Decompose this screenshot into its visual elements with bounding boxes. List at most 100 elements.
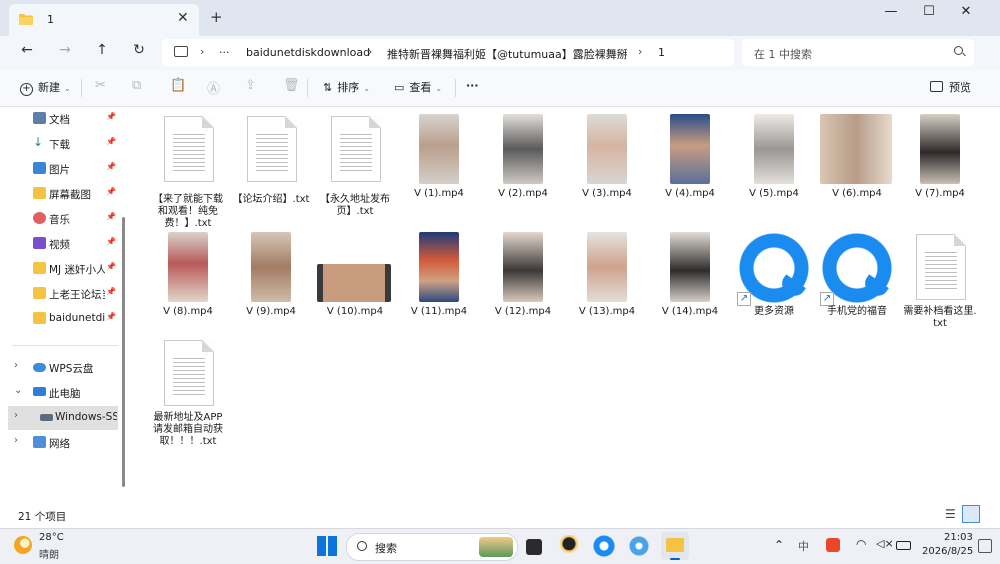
preview-button[interactable]: 预览	[930, 79, 971, 95]
more-options-button[interactable]: ···	[466, 79, 479, 92]
file-item[interactable]: V (1).mp4	[396, 114, 482, 214]
sidebar-item-wps-cloud[interactable]: › WPS云盘	[0, 356, 120, 380]
pin-icon[interactable]: 📌	[106, 262, 116, 271]
sidebar-item-network[interactable]: › 网络	[0, 431, 120, 455]
windows-start-icon[interactable]	[317, 536, 337, 556]
address-bar[interactable]: › ··· baidunetdiskdownload › 推特新晋裸舞福利姬【@…	[162, 39, 734, 66]
pin-icon[interactable]: 📌	[106, 137, 116, 146]
tab-current[interactable]: 1 ✕	[9, 4, 199, 36]
file-item[interactable]: 最新地址及APP 请发邮箱自动获 取！！！.txt	[145, 340, 231, 452]
taskbar-search-input[interactable]: 搜索	[375, 540, 397, 556]
pin-icon[interactable]: 📌	[106, 212, 116, 221]
sidebar-item-folder-laowang[interactable]: 上老王论坛当 📌	[0, 282, 120, 306]
pin-icon[interactable]: 📌	[106, 112, 116, 121]
breadcrumb-baidunetdiskdownload[interactable]: baidunetdiskdownload	[246, 46, 370, 59]
shortcut-item[interactable]: ↗ 更多资源	[731, 226, 817, 332]
weather-icon[interactable]	[14, 536, 32, 554]
sidebar-item-downloads[interactable]: ↓ 下载 📌	[0, 132, 120, 156]
paste-icon[interactable]: 📋	[170, 78, 186, 93]
file-item[interactable]: 【来了就能下载 和观看！纯免 费！】.txt	[145, 116, 231, 229]
new-button[interactable]: + 新建 ⌄	[20, 79, 71, 96]
qq-icon[interactable]	[558, 535, 580, 557]
chevron-right-icon[interactable]: ›	[638, 45, 642, 58]
sidebar-item-documents[interactable]: 文档 📌	[0, 107, 120, 131]
breadcrumb-ellipsis[interactable]: ···	[219, 46, 230, 59]
sidebar-item-folder-mj[interactable]: MJ 迷奸小人到 📌	[0, 257, 120, 281]
file-item[interactable]: V (11).mp4	[396, 232, 482, 332]
chevron-right-icon[interactable]: ›	[14, 435, 18, 446]
tab-close-icon[interactable]: ✕	[177, 10, 189, 26]
pin-icon[interactable]: 📌	[106, 287, 116, 296]
sogou-icon[interactable]	[826, 538, 840, 552]
file-item[interactable]: V (9).mp4	[228, 232, 314, 332]
pin-icon[interactable]: 📌	[106, 187, 116, 196]
qq-browser-taskbar-icon[interactable]	[593, 535, 615, 557]
file-explorer-taskbar-button[interactable]	[661, 532, 689, 560]
sidebar-item-windows-ssd[interactable]: › Windows-SSD	[8, 406, 118, 430]
file-item[interactable]: V (12).mp4	[480, 232, 566, 332]
sidebar-item-screenshots[interactable]: 屏幕截图 📌	[0, 182, 120, 206]
search-input[interactable]: 在 1 中搜索	[754, 46, 812, 62]
file-item[interactable]: V (3).mp4	[564, 114, 650, 214]
file-item[interactable]: V (6).mp4	[814, 114, 900, 214]
copy-icon[interactable]: ⧉	[132, 78, 141, 93]
file-item[interactable]: V (7).mp4	[897, 114, 983, 214]
shortcut-item[interactable]: ↗ 手机党的福音	[814, 226, 900, 332]
notification-icon[interactable]	[978, 539, 992, 553]
file-item[interactable]: V (2).mp4	[480, 114, 566, 214]
task-view-icon[interactable]	[526, 539, 542, 555]
file-item[interactable]: 需要补档看这里. txt	[897, 234, 983, 334]
sort-button[interactable]: ⇅ 排序 ⌄	[323, 79, 370, 95]
pin-icon[interactable]: 📌	[106, 312, 116, 321]
chevron-right-icon[interactable]: ›	[14, 360, 18, 371]
sidebar-item-this-pc[interactable]: ⌄ 此电脑	[0, 381, 120, 405]
chevron-down-icon[interactable]: ⌄	[14, 385, 22, 396]
file-item[interactable]: V (10).mp4	[312, 232, 398, 332]
delete-icon[interactable]: 🗑	[283, 78, 300, 93]
maximize-button[interactable]: ☐	[914, 4, 944, 22]
battery-icon[interactable]	[896, 541, 911, 550]
taskbar-search[interactable]: 搜索	[346, 533, 518, 561]
file-item[interactable]: V (14).mp4	[647, 232, 733, 332]
sidebar-scrollbar[interactable]	[122, 217, 125, 487]
wifi-icon[interactable]: ◠	[856, 537, 866, 551]
sidebar-item-music[interactable]: 音乐 📌	[0, 207, 120, 231]
sidebar-item-baidunetdisk[interactable]: baidunetdisk 📌	[0, 307, 120, 331]
file-item[interactable]: V (4).mp4	[647, 114, 733, 214]
weather-desc[interactable]: 晴朗	[39, 546, 59, 561]
clock-date[interactable]: 2026/8/25	[922, 546, 973, 557]
refresh-icon[interactable]: ↻	[128, 42, 150, 62]
minimize-button[interactable]: —	[876, 4, 906, 22]
chevron-right-icon[interactable]: ›	[200, 45, 204, 58]
breadcrumb-folder[interactable]: 推特新晋裸舞福利姬【@tutumuaa】露脸裸舞掰B	[387, 46, 627, 62]
forward-arrow-icon[interactable]: →	[54, 42, 76, 62]
back-arrow-icon[interactable]: ←	[16, 42, 38, 62]
weather-temp[interactable]: 28°C	[39, 532, 64, 543]
cut-icon[interactable]: ✂	[95, 78, 106, 93]
up-arrow-icon[interactable]: ↑	[91, 42, 113, 62]
rename-icon[interactable]: Ⓐ	[207, 78, 220, 97]
volume-icon[interactable]: ◁×	[876, 537, 894, 550]
chevron-right-icon[interactable]: ›	[368, 45, 372, 58]
pin-icon[interactable]: 📌	[106, 237, 116, 246]
breadcrumb-current[interactable]: 1	[658, 46, 665, 59]
file-item[interactable]: 【论坛介绍】.txt	[228, 116, 314, 226]
sidebar-item-videos[interactable]: 视频 📌	[0, 232, 120, 256]
view-button[interactable]: ▭ 查看 ⌄	[394, 79, 442, 95]
ime-indicator[interactable]: 中	[798, 538, 809, 554]
file-item[interactable]: V (13).mp4	[564, 232, 650, 332]
chevron-right-icon[interactable]: ›	[14, 410, 18, 421]
file-item[interactable]: 【永久地址发布 页】.txt	[312, 116, 398, 226]
search-box[interactable]: 在 1 中搜索	[742, 39, 974, 66]
clock-time[interactable]: 21:03	[944, 532, 973, 543]
large-icons-view-icon[interactable]	[962, 505, 980, 523]
new-tab-button[interactable]: +	[210, 8, 223, 26]
share-icon[interactable]: ⇪	[245, 78, 256, 93]
file-item[interactable]: V (8).mp4	[145, 232, 231, 332]
sidebar-item-pictures[interactable]: 图片 📌	[0, 157, 120, 181]
pin-icon[interactable]: 📌	[106, 162, 116, 171]
details-view-icon[interactable]: ☰	[945, 507, 956, 521]
app-icon[interactable]	[628, 535, 650, 557]
chevron-up-icon[interactable]: ⌃	[774, 538, 784, 552]
close-window-button[interactable]: ✕	[951, 4, 981, 22]
